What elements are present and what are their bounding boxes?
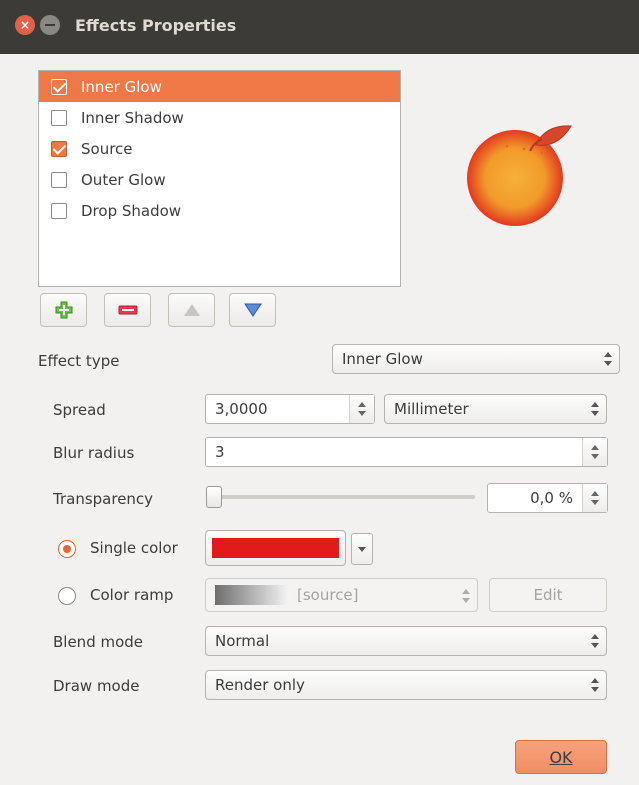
- spin-arrows-icon[interactable]: [349, 395, 374, 423]
- spread-label: Spread: [53, 401, 106, 419]
- combo-arrows-icon: [591, 677, 599, 693]
- draw-mode-select[interactable]: Render only: [205, 670, 607, 700]
- spread-unit-select[interactable]: Millimeter: [384, 394, 607, 424]
- remove-icon: [118, 305, 137, 315]
- effect-list-item-label: Drop Shadow: [81, 201, 182, 220]
- transparency-slider-track[interactable]: [211, 495, 475, 499]
- single-color-radio[interactable]: [58, 540, 76, 558]
- color-ramp-value: [source]: [297, 586, 359, 604]
- edit-ramp-button[interactable]: Edit: [489, 578, 607, 612]
- move-up-icon: [183, 304, 200, 316]
- combo-arrows-icon: [591, 401, 599, 417]
- transparency-label: Transparency: [53, 490, 154, 508]
- add-effect-button[interactable]: [40, 293, 87, 327]
- blend-mode-value: Normal: [215, 632, 270, 650]
- spread-value: 3,0000: [215, 400, 268, 418]
- blur-radius-value: 3: [215, 443, 225, 461]
- effect-list-item[interactable]: Source: [39, 133, 400, 164]
- effect-list-item-label: Inner Glow: [81, 77, 162, 96]
- color-menu-button[interactable]: [351, 533, 373, 565]
- blur-radius-spinbox[interactable]: 3: [205, 437, 608, 467]
- move-down-button[interactable]: [229, 293, 276, 327]
- color-ramp-label: Color ramp: [90, 586, 174, 604]
- spin-arrows-icon[interactable]: [582, 484, 607, 512]
- transparency-value: 0,0 %: [530, 489, 573, 507]
- effect-checkbox[interactable]: [51, 78, 67, 95]
- effect-list-item[interactable]: Outer Glow: [39, 164, 400, 195]
- window-title: Effects Properties: [75, 16, 237, 35]
- effect-type-value: Inner Glow: [342, 350, 423, 368]
- ok-button[interactable]: OK: [515, 740, 607, 774]
- combo-arrows-icon: [591, 633, 599, 649]
- color-ramp-select[interactable]: [source]: [205, 578, 478, 612]
- effects-list[interactable]: Inner Glow Inner Shadow Source Outer Glow Dr…: [38, 70, 401, 287]
- ok-label: OK: [549, 747, 573, 767]
- orange-preview-icon: [467, 125, 572, 226]
- effect-list-item-label: Source: [81, 139, 133, 158]
- effect-checkbox[interactable]: [51, 171, 67, 188]
- effect-list-item[interactable]: Inner Shadow: [39, 102, 400, 133]
- gradient-ramp-icon: [215, 585, 289, 605]
- minimize-icon[interactable]: [40, 15, 60, 35]
- move-down-icon: [243, 303, 262, 317]
- edit-ramp-label: Edit: [533, 586, 563, 604]
- single-color-label: Single color: [90, 539, 178, 557]
- spread-spinbox[interactable]: 3,0000: [205, 394, 375, 424]
- blur-radius-label: Blur radius: [53, 444, 135, 462]
- spread-unit-value: Millimeter: [394, 400, 469, 418]
- color-ramp-radio[interactable]: [58, 587, 76, 605]
- combo-arrows-icon: [462, 588, 470, 604]
- draw-mode-label: Draw mode: [53, 677, 140, 695]
- remove-effect-button[interactable]: [104, 293, 151, 327]
- close-icon[interactable]: ×: [15, 15, 35, 35]
- effect-type-select[interactable]: Inner Glow: [332, 344, 620, 374]
- effect-checkbox[interactable]: [51, 140, 67, 157]
- combo-arrows-icon: [604, 351, 612, 367]
- transparency-spinbox[interactable]: 0,0 %: [487, 483, 608, 513]
- effect-list-item-label: Inner Shadow: [81, 108, 184, 127]
- effect-list-item[interactable]: Inner Glow: [39, 71, 400, 102]
- single-color-button[interactable]: [205, 530, 346, 566]
- effect-checkbox[interactable]: [51, 202, 67, 219]
- effect-list-item-label: Outer Glow: [81, 170, 166, 189]
- effect-list-item[interactable]: Drop Shadow: [39, 195, 400, 226]
- blend-mode-label: Blend mode: [53, 633, 144, 651]
- effect-type-label: Effect type: [38, 352, 120, 370]
- transparency-slider-handle[interactable]: [206, 486, 222, 508]
- blend-mode-select[interactable]: Normal: [205, 626, 607, 656]
- color-swatch: [212, 538, 339, 558]
- draw-mode-value: Render only: [215, 676, 305, 694]
- spin-arrows-icon[interactable]: [582, 438, 607, 466]
- chevron-down-icon: [358, 547, 366, 552]
- add-icon: [55, 301, 72, 319]
- effect-checkbox[interactable]: [51, 109, 67, 126]
- move-up-button[interactable]: [168, 293, 215, 327]
